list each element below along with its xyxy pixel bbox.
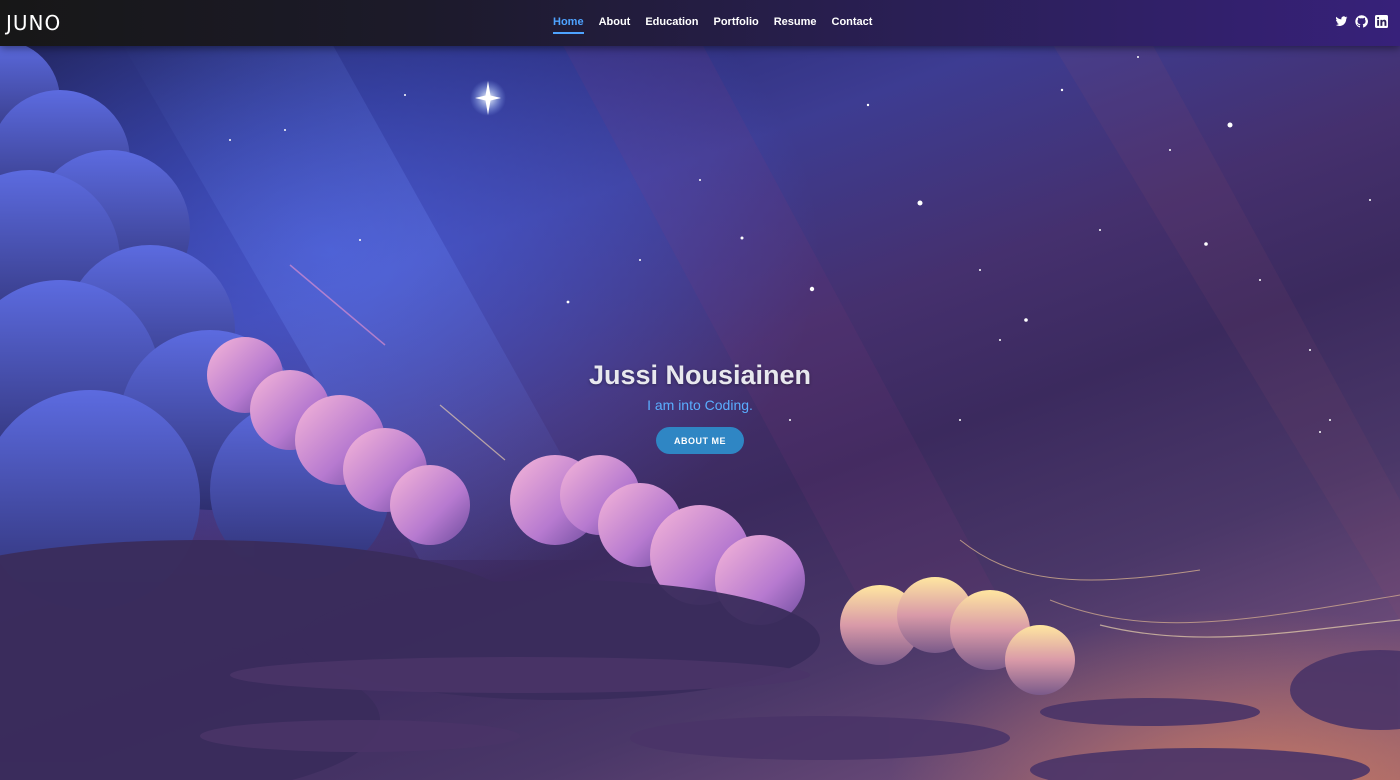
linkedin-icon[interactable] bbox=[1375, 15, 1388, 28]
hero-section: Jussi Nousiainen I am into Coding. ABOUT… bbox=[0, 360, 1400, 454]
navbar: JUNO Home About Education Portfolio Resu… bbox=[0, 0, 1400, 46]
nav-education[interactable]: Education bbox=[645, 16, 698, 28]
social-links bbox=[1335, 15, 1388, 28]
hero-name: Jussi Nousiainen bbox=[588, 360, 812, 390]
nav-resume[interactable]: Resume bbox=[774, 16, 817, 28]
nav-portfolio[interactable]: Portfolio bbox=[714, 16, 759, 28]
twitter-icon[interactable] bbox=[1335, 15, 1348, 28]
hero-tagline: I am into Coding. bbox=[647, 397, 753, 413]
nav-about[interactable]: About bbox=[599, 16, 631, 28]
page: JUNO Home About Education Portfolio Resu… bbox=[0, 0, 1400, 780]
about-me-button[interactable]: ABOUT ME bbox=[656, 427, 744, 454]
github-icon[interactable] bbox=[1355, 15, 1368, 28]
site-logo[interactable]: JUNO bbox=[6, 11, 61, 35]
nav-home[interactable]: Home bbox=[553, 16, 584, 34]
nav-contact[interactable]: Contact bbox=[832, 16, 873, 28]
nav-menu: Home About Education Portfolio Resume Co… bbox=[553, 16, 887, 34]
